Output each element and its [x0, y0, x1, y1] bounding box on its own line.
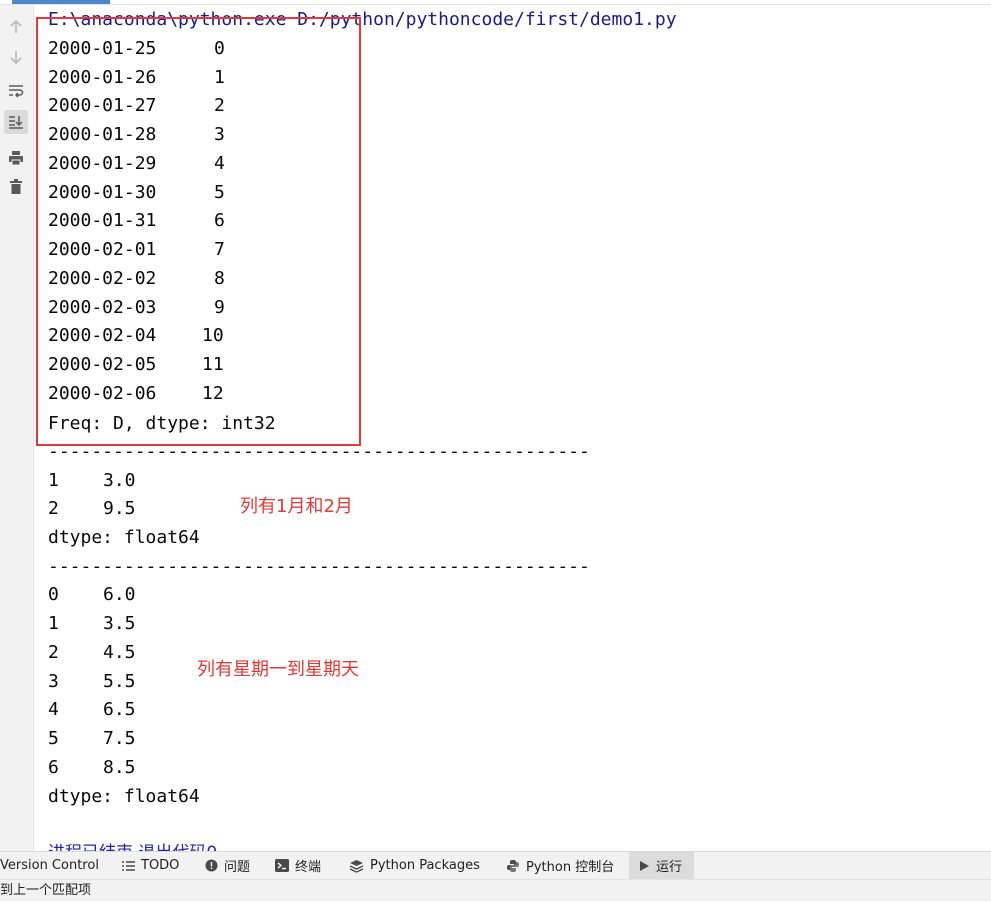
python-console-label: Python 控制台: [526, 860, 615, 875]
list-icon: [122, 860, 135, 872]
python-packages-tab[interactable]: Python Packages: [349, 852, 480, 879]
exit-message: 进程已结束,退出代码0: [48, 840, 217, 851]
python-icon: [506, 859, 520, 873]
series2-row: 2 9.5: [48, 498, 136, 519]
series2-row: 1 3.0: [48, 470, 136, 491]
version-control-tab[interactable]: Version Control: [0, 852, 107, 879]
series1-row: 2000-02-01 7: [48, 239, 225, 260]
console-output: E:\anaconda\python.exe D:/python/pythonc…: [48, 5, 988, 851]
status-bar: 到上一个匹配项: [0, 879, 991, 901]
series1-row: 2000-02-03 9: [48, 297, 225, 318]
layers-icon: [349, 859, 364, 873]
problems-icon: [205, 859, 218, 872]
run-tab[interactable]: 运行: [629, 852, 695, 879]
series3-row: 4 6.5: [48, 699, 136, 720]
series1-row: 2000-01-25 0: [48, 38, 225, 59]
play-icon: [639, 860, 650, 872]
series3-row: 3 5.5: [48, 671, 136, 692]
series1-row: 2000-01-28 3: [48, 124, 225, 145]
series1-footer: Freq: D, dtype: int32: [48, 413, 276, 434]
todo-tab[interactable]: TODO: [122, 852, 179, 879]
series1-row: 2000-01-26 1: [48, 67, 225, 88]
arrow-up-icon[interactable]: [4, 15, 28, 39]
series2-footer: dtype: float64: [48, 527, 200, 548]
separator-line: ----------------------------------------…: [48, 556, 590, 577]
console-gutter: [0, 5, 34, 851]
weekdays-annotation: 列有星期一到星期天: [197, 659, 359, 680]
print-icon[interactable]: [4, 146, 28, 170]
run-label: 运行: [656, 860, 683, 875]
arrow-down-icon[interactable]: [4, 45, 28, 69]
separator-line: ----------------------------------------…: [48, 441, 590, 462]
series3-footer: dtype: float64: [48, 786, 200, 807]
series1-row: 2000-02-04 10: [48, 325, 224, 346]
terminal-tab[interactable]: 终端: [275, 852, 321, 879]
version-control-label: Version Control: [0, 858, 99, 873]
series1-row: 2000-01-29 4: [48, 153, 225, 174]
series3-row: 6 8.5: [48, 757, 136, 778]
series1-row: 2000-01-30 5: [48, 182, 225, 203]
problems-tab[interactable]: 问题: [205, 852, 250, 879]
problems-label: 问题: [224, 860, 251, 875]
terminal-icon: [275, 859, 289, 872]
scroll-to-end-icon[interactable]: [4, 110, 28, 134]
python-console-tab[interactable]: Python 控制台: [506, 852, 614, 879]
series3-row: 0 6.0: [48, 584, 136, 605]
series1-row: 2000-02-02 8: [48, 268, 225, 289]
soft-wrap-icon[interactable]: [4, 79, 28, 103]
tool-window-bar: Version Control TODO 问题 终端 Python Packag…: [0, 851, 991, 879]
series3-row: 1 3.5: [48, 613, 136, 634]
command-line: E:\anaconda\python.exe D:/python/pythonc…: [48, 9, 677, 30]
series1-row: 2000-01-31 6: [48, 210, 225, 231]
terminal-label: 终端: [295, 860, 322, 875]
months-annotation: 列有1月和2月: [240, 496, 353, 517]
status-text: 到上一个匹配项: [0, 883, 92, 898]
series1-row: 2000-02-05 11: [48, 354, 224, 375]
series1-row: 2000-02-06 12: [48, 383, 224, 404]
series3-row: 2 4.5: [48, 642, 136, 663]
todo-label: TODO: [141, 858, 180, 873]
python-packages-label: Python Packages: [370, 858, 480, 873]
series3-row: 5 7.5: [48, 728, 136, 749]
trash-icon[interactable]: [4, 175, 28, 199]
series1-row: 2000-01-27 2: [48, 95, 225, 116]
